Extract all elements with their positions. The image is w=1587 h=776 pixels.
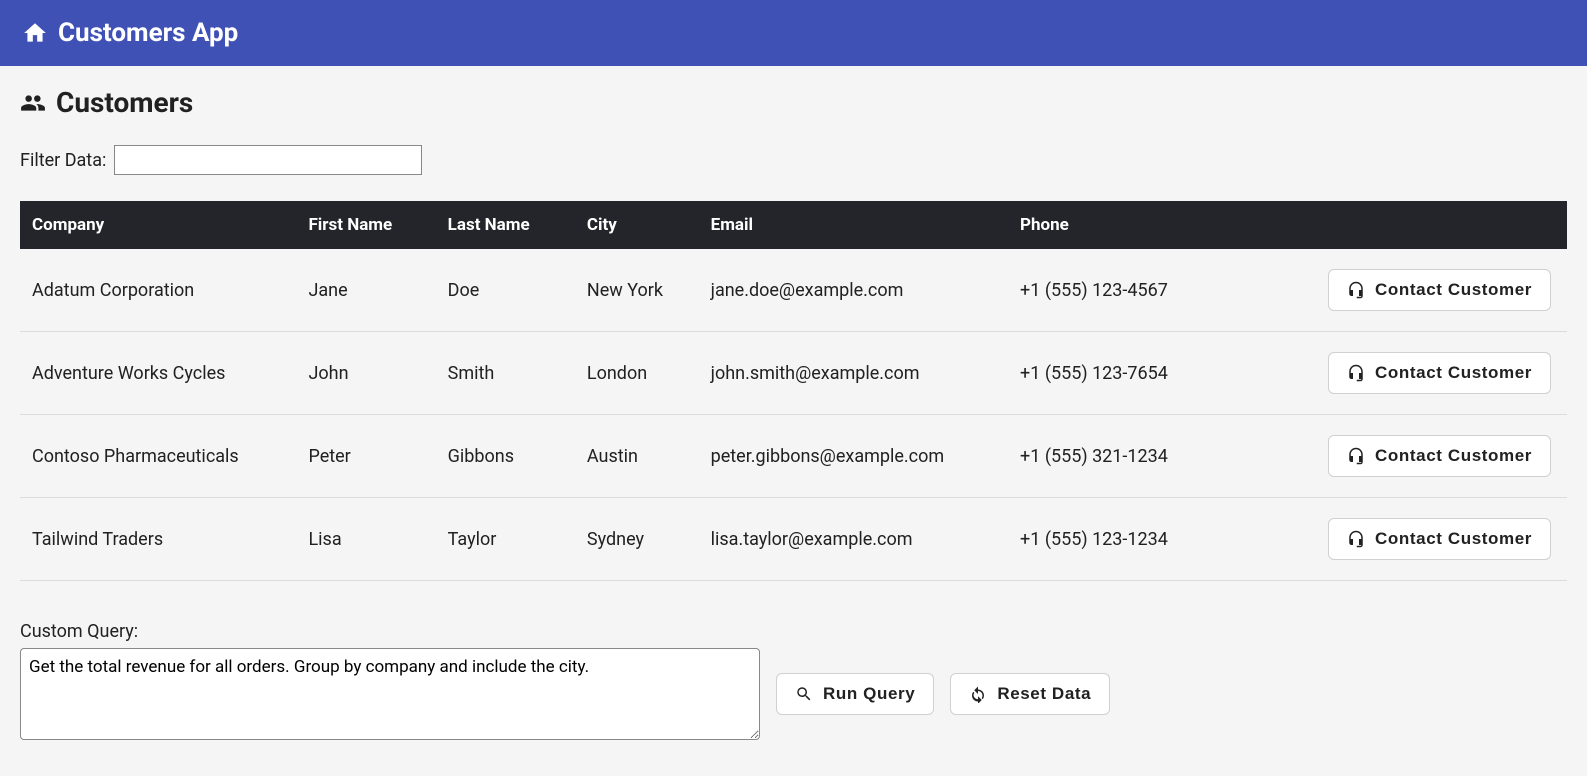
col-company: Company	[20, 201, 298, 249]
filter-label: Filter Data:	[20, 150, 106, 171]
query-textarea[interactable]	[20, 648, 760, 740]
cell-phone: +1 (555) 321-1234	[1010, 415, 1227, 498]
refresh-icon	[969, 685, 987, 703]
headset-icon	[1347, 447, 1365, 465]
cell-phone: +1 (555) 123-7654	[1010, 332, 1227, 415]
col-first-name: First Name	[298, 201, 437, 249]
headset-icon	[1347, 530, 1365, 548]
contact-customer-button[interactable]: Contact Customer	[1328, 269, 1551, 311]
col-city: City	[577, 201, 701, 249]
table-header: Company First Name Last Name City Email …	[20, 201, 1567, 249]
cell-company: Adatum Corporation	[20, 249, 298, 332]
reset-data-button[interactable]: Reset Data	[950, 673, 1110, 715]
page-title-row: Customers	[20, 86, 1567, 119]
col-phone: Phone	[1010, 201, 1227, 249]
cell-email: lisa.taylor@example.com	[701, 498, 1010, 581]
page-title: Customers	[56, 86, 193, 119]
cell-email: peter.gibbons@example.com	[701, 415, 1010, 498]
cell-last-name: Smith	[438, 332, 577, 415]
cell-city: Sydney	[577, 498, 701, 581]
cell-city: London	[577, 332, 701, 415]
contact-customer-label: Contact Customer	[1375, 529, 1532, 549]
filter-row: Filter Data:	[20, 145, 1567, 175]
table-row: Adventure Works CyclesJohnSmithLondonjoh…	[20, 332, 1567, 415]
run-query-label: Run Query	[823, 684, 915, 704]
cell-company: Adventure Works Cycles	[20, 332, 298, 415]
cell-email: jane.doe@example.com	[701, 249, 1010, 332]
cell-city: New York	[577, 249, 701, 332]
cell-first-name: John	[298, 332, 437, 415]
contact-customer-button[interactable]: Contact Customer	[1328, 518, 1551, 560]
cell-email: john.smith@example.com	[701, 332, 1010, 415]
cell-last-name: Gibbons	[438, 415, 577, 498]
people-icon	[20, 90, 46, 116]
col-email: Email	[701, 201, 1010, 249]
query-row: Run Query Reset Data	[20, 648, 1567, 740]
cell-phone: +1 (555) 123-4567	[1010, 249, 1227, 332]
query-label: Custom Query:	[20, 621, 1567, 642]
contact-customer-button[interactable]: Contact Customer	[1328, 352, 1551, 394]
app-title: Customers App	[58, 18, 238, 48]
home-icon	[22, 20, 48, 46]
run-query-button[interactable]: Run Query	[776, 673, 934, 715]
cell-city: Austin	[577, 415, 701, 498]
table-row: Tailwind TradersLisaTaylorSydneylisa.tay…	[20, 498, 1567, 581]
headset-icon	[1347, 281, 1365, 299]
contact-customer-label: Contact Customer	[1375, 280, 1532, 300]
cell-first-name: Lisa	[298, 498, 437, 581]
headset-icon	[1347, 364, 1365, 382]
cell-phone: +1 (555) 123-1234	[1010, 498, 1227, 581]
cell-last-name: Taylor	[438, 498, 577, 581]
app-bar: Customers App	[0, 0, 1587, 66]
contact-customer-label: Contact Customer	[1375, 363, 1532, 383]
cell-last-name: Doe	[438, 249, 577, 332]
content-area: Customers Filter Data: Company First Nam…	[0, 66, 1587, 776]
cell-first-name: Peter	[298, 415, 437, 498]
cell-company: Contoso Pharmaceuticals	[20, 415, 298, 498]
table-row: Adatum CorporationJaneDoeNew Yorkjane.do…	[20, 249, 1567, 332]
reset-data-label: Reset Data	[997, 684, 1091, 704]
table-row: Contoso PharmaceuticalsPeterGibbonsAusti…	[20, 415, 1567, 498]
customers-table: Company First Name Last Name City Email …	[20, 201, 1567, 581]
contact-customer-label: Contact Customer	[1375, 446, 1532, 466]
query-section: Custom Query: Run Query Reset Data	[20, 621, 1567, 740]
search-icon	[795, 685, 813, 703]
cell-first-name: Jane	[298, 249, 437, 332]
filter-input[interactable]	[114, 145, 422, 175]
cell-company: Tailwind Traders	[20, 498, 298, 581]
col-last-name: Last Name	[438, 201, 577, 249]
contact-customer-button[interactable]: Contact Customer	[1328, 435, 1551, 477]
